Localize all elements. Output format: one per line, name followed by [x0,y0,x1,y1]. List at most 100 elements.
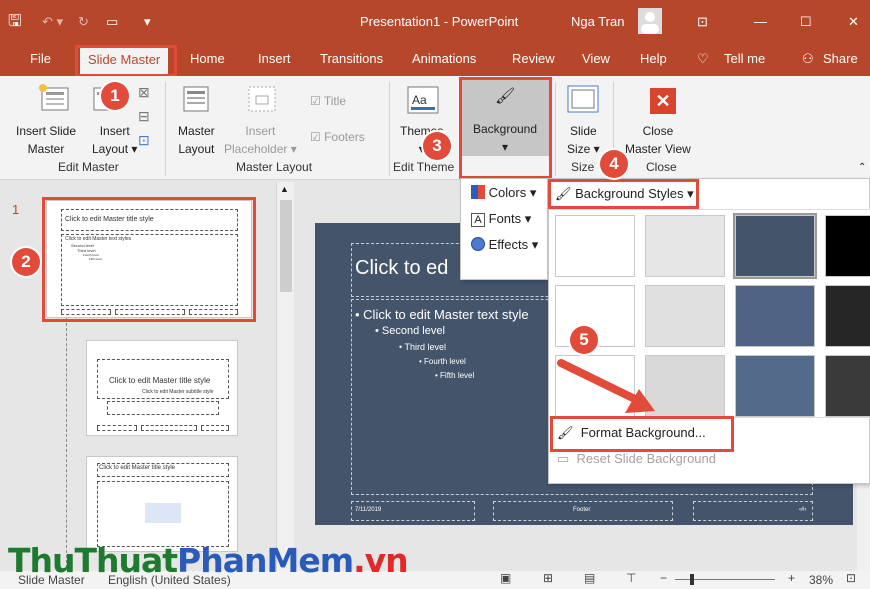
background-style-swatch[interactable] [825,285,870,347]
thumb-title-text: Click to edit Master title style [99,465,176,471]
insert-slide-master-label-2: Master [27,142,65,156]
close-master-view-icon[interactable]: ✕ [650,88,676,114]
slide-number: 1 [12,202,20,217]
slide-size-button[interactable]: Slide Size ▾ [567,122,600,158]
save-icon[interactable]: 🖫 [8,10,22,37]
master-layout-label-2: Layout [178,142,215,156]
footers-checkbox: ☑ Footers [310,130,365,144]
theme-options-menu: Colors ▾ A Fonts ▾ Effects ▾ [460,178,548,280]
insert-layout-button[interactable]: Insert Layout ▾ [92,122,137,158]
share-icon[interactable]: ⚇ [802,51,814,67]
zoom-slider-thumb[interactable] [690,574,694,585]
background-style-swatch[interactable] [735,355,815,417]
background-style-swatch[interactable] [645,215,725,277]
background-style-swatch[interactable] [555,215,635,277]
insert-placeholder-button: Insert Placeholder ▾ [224,124,297,156]
document-title: Presentation1 - PowerPoint [360,14,519,29]
fonts-menu-item[interactable]: A Fonts ▾ [471,211,531,227]
tab-transitions[interactable]: Transitions [320,51,383,66]
close-master-view-label-1: Close [642,124,674,138]
tab-insert[interactable]: Insert [258,51,291,66]
page-number-placeholder[interactable] [693,501,813,521]
fonts-label: Fonts [488,211,522,226]
thumbnail-scrollbar[interactable]: ▲ [276,182,294,571]
slide-page-number: ‹#› [799,507,807,513]
master-layout-icon[interactable] [183,86,209,112]
background-style-swatch[interactable] [825,215,870,277]
slide-sorter-icon[interactable]: ⊞ [543,571,553,585]
separator [555,82,556,176]
title-bar: 🖫 ↶ ▾ ↻ ▭ ▾ Presentation1 - PowerPoint N… [0,0,870,44]
tab-review[interactable]: Review [512,51,555,66]
redo-icon[interactable]: ↻ [78,14,89,30]
step-badge-5: 5 [570,326,598,354]
rename-icon[interactable]: ⊟ [138,108,150,125]
zoom-out-icon[interactable]: − [660,571,667,585]
step-badge-2: 2 [12,248,40,276]
undo-icon[interactable]: ↶ ▾ [42,14,63,30]
tab-view[interactable]: View [582,51,610,66]
lightbulb-icon[interactable]: ♡ [697,51,709,67]
slide-size-label-1: Slide [570,124,597,138]
start-presentation-icon[interactable]: ▭ [106,14,118,30]
fit-slide-icon[interactable]: ⊡ [846,571,856,585]
background-style-swatch[interactable] [735,285,815,347]
slide-level-4: • Fourth level [419,357,466,366]
group-size: Size [571,160,595,174]
reading-view-icon[interactable]: ▤ [584,571,595,585]
slideshow-icon[interactable]: ⊤ [626,571,636,585]
effects-label: Effects [488,237,529,252]
scroll-thumb[interactable] [280,200,292,292]
share-button[interactable]: Share [823,51,858,66]
maximize-icon[interactable]: ☐ [800,14,812,30]
highlight-master-thumbnail [42,197,256,322]
pointer-arrow [557,359,655,413]
colors-menu-item[interactable]: Colors ▾ [471,185,536,201]
colors-label: Colors [488,185,527,200]
themes-icon[interactable]: Aa [407,86,439,114]
thumb-footer [97,425,137,431]
slide-size-icon[interactable] [566,84,600,114]
tab-help[interactable]: Help [640,51,667,66]
tab-file[interactable]: File [30,51,51,66]
effects-menu-item[interactable]: Effects ▾ [471,237,538,253]
layout-thumbnail-title[interactable]: Click to edit Master title style Click t… [86,340,238,436]
footers-checkbox-label: Footers [324,130,365,144]
colors-icon [471,185,485,199]
group-edit-theme: Edit Theme [393,160,455,174]
minimize-icon[interactable]: — [754,14,767,29]
delete-icon[interactable]: ⊠ [138,84,150,101]
close-master-view-button[interactable]: Close Master View [625,122,691,158]
slide-footer: Footer [573,507,591,513]
slide-level-2: • Second level [375,325,445,337]
collapse-ribbon-icon[interactable]: ⌃ [858,162,866,173]
background-style-swatch[interactable] [645,285,725,347]
master-layout-button[interactable]: Master Layout [178,122,215,158]
insert-slide-master-icon[interactable] [38,84,70,112]
slide-size-label-2: Size [567,142,591,156]
slide-body-text: • Click to edit Master text style [355,307,529,322]
layout-connector [66,318,67,568]
tell-me-search[interactable]: Tell me [724,51,765,66]
slide-date: 7/11/2019 [355,507,382,513]
avatar[interactable] [638,8,662,34]
ribbon: Insert Slide Master Insert Layout ▾ ⊠ ⊟ ⊡ … [0,76,870,180]
zoom-level[interactable]: 38% [809,573,833,587]
tab-animations[interactable]: Animations [412,51,476,66]
user-name[interactable]: Nga Tran [571,14,624,29]
slide-title-text: Click to ed [355,257,449,279]
background-style-swatch[interactable] [825,355,870,417]
customize-toolbar-icon[interactable]: ▾ [144,14,151,30]
insert-slide-master-button[interactable]: Insert Slide Master [16,122,76,158]
zoom-in-icon[interactable]: + [788,571,795,585]
tab-home[interactable]: Home [190,51,225,66]
ribbon-display-icon[interactable]: ⊡ [697,14,708,30]
scroll-up-icon[interactable]: ▲ [280,184,289,194]
watermark-part2: Thuat [74,541,179,580]
watermark-part4: .vn [353,541,409,580]
normal-view-icon[interactable]: ▣ [500,571,511,585]
background-style-swatch[interactable] [733,213,817,279]
close-window-icon[interactable]: ✕ [848,14,859,30]
layout-thumbnail-content[interactable]: Click to edit Master title style [86,456,238,552]
preserve-icon[interactable]: ⊡ [138,132,150,149]
